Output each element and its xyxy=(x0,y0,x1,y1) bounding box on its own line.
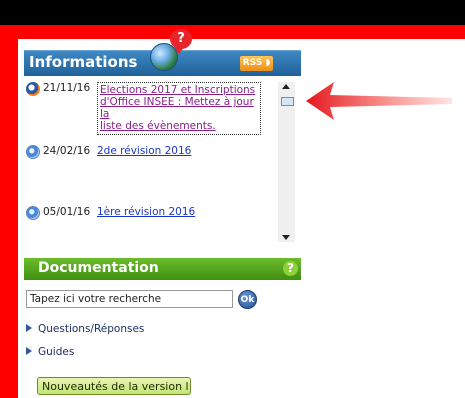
guides-link[interactable]: Guides xyxy=(26,346,74,358)
questions-reponses-label: Questions/Réponses xyxy=(38,323,145,335)
tools-icon xyxy=(26,145,40,159)
rss-button[interactable]: RSS ◗ xyxy=(240,56,273,71)
election-icon xyxy=(26,82,40,96)
tools-icon xyxy=(26,206,40,220)
questions-reponses-link[interactable]: Questions/Réponses xyxy=(26,323,144,335)
scroll-down-icon[interactable] xyxy=(282,235,290,240)
news-item: 05/01/16 1ère révision 2016 xyxy=(24,204,274,224)
news-link-line-2: d'Office INSEE : Mettez à jour la xyxy=(100,96,254,120)
rss-icon: ◗ xyxy=(265,58,271,68)
news-date: 05/01/16 xyxy=(43,206,91,218)
help-icon[interactable]: ? xyxy=(283,261,298,276)
documentation-title: Documentation xyxy=(38,260,159,276)
triangle-right-icon xyxy=(26,347,32,355)
informations-title: Informations xyxy=(29,53,138,71)
news-scrollbar[interactable] xyxy=(278,82,295,242)
guides-label: Guides xyxy=(38,346,75,358)
documentation-header: Documentation ? xyxy=(24,258,301,280)
news-link-line-3: liste des évènements. xyxy=(100,120,216,132)
question-bubble-icon[interactable]: ? xyxy=(170,29,192,54)
informations-header: Informations ? RSS ◗ xyxy=(24,29,301,77)
news-item: 21/11/16 Elections 2017 et Inscriptions d… xyxy=(24,80,274,135)
news-list: 21/11/16 Elections 2017 et Inscriptions d… xyxy=(24,76,301,256)
news-link[interactable]: 1ère révision 2016 xyxy=(97,206,195,218)
triangle-right-icon xyxy=(26,324,32,332)
news-link[interactable]: Elections 2017 et Inscriptions d'Office I… xyxy=(97,82,261,135)
news-link[interactable]: 2de révision 2016 xyxy=(97,145,191,157)
news-date: 24/02/16 xyxy=(43,145,91,157)
news-date: 21/11/16 xyxy=(43,82,91,94)
scroll-thumb[interactable] xyxy=(281,97,294,106)
new-version-button[interactable]: Nouveautés de la version l xyxy=(37,377,191,395)
news-item: 24/02/16 2de révision 2016 xyxy=(24,143,274,163)
search-input[interactable] xyxy=(26,290,233,308)
red-arrow-icon xyxy=(306,82,452,120)
scroll-up-icon[interactable] xyxy=(282,84,290,89)
rss-label: RSS xyxy=(242,58,263,68)
search-ok-button[interactable]: Ok xyxy=(238,290,257,309)
news-link-line-1: Elections 2017 et Inscriptions xyxy=(100,84,256,96)
